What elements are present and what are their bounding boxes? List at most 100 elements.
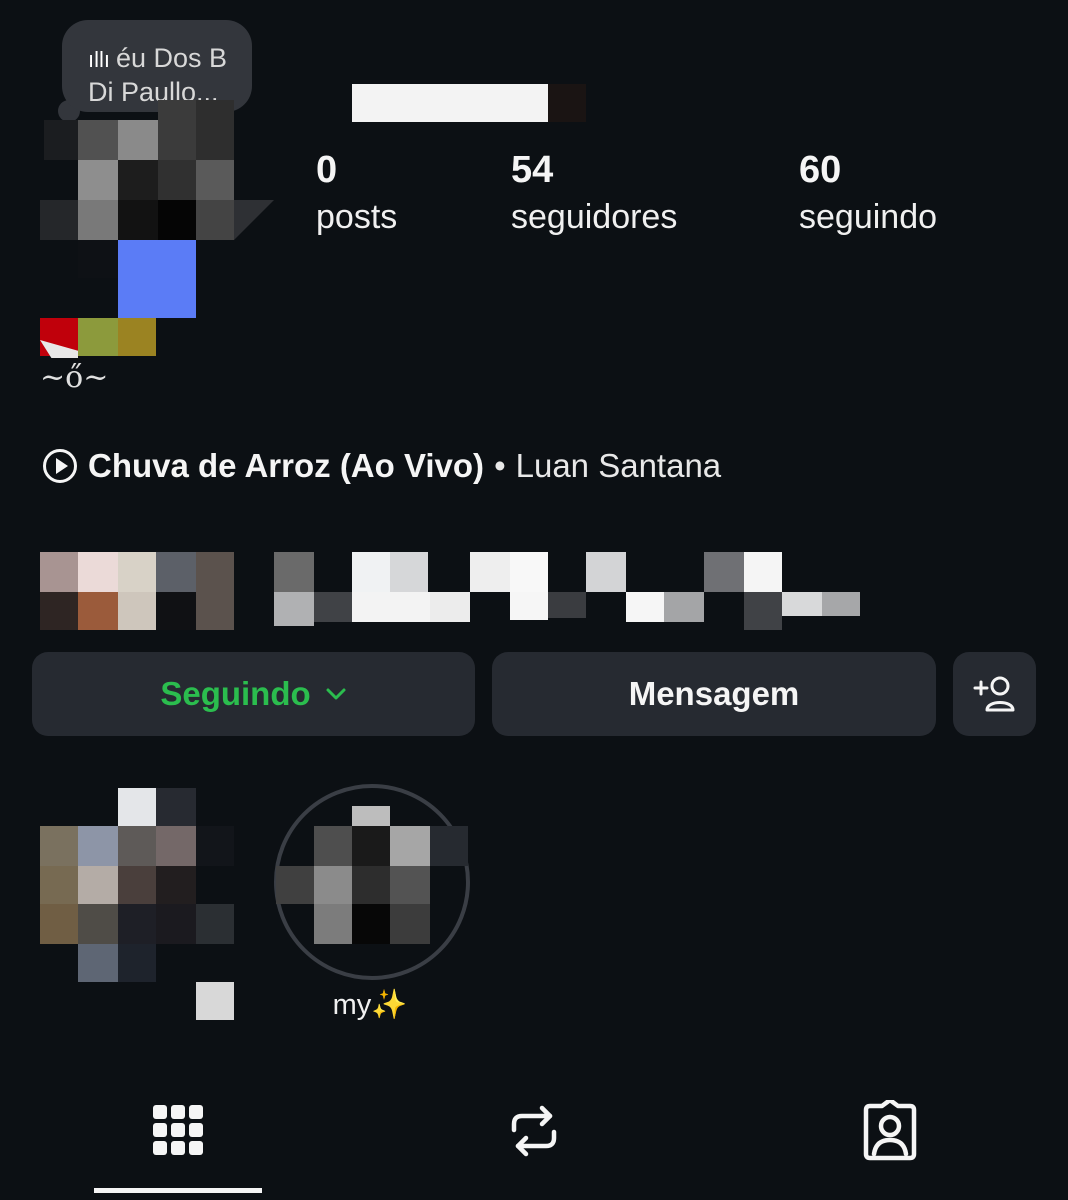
song-title: Chuva de Arroz (Ao Vivo) <box>88 447 485 484</box>
pixel <box>40 904 78 944</box>
pixel <box>118 944 156 982</box>
pixel <box>40 200 78 240</box>
pixel <box>196 100 234 160</box>
pixel <box>352 806 390 828</box>
pixel <box>196 904 234 944</box>
pixel <box>196 552 234 630</box>
pixel <box>158 100 196 160</box>
posts-label: posts <box>316 198 398 236</box>
pixel <box>314 904 352 944</box>
pixel <box>118 904 156 944</box>
profile-tag-text: ~ő~ <box>40 360 109 395</box>
pixel <box>314 826 352 866</box>
pixel <box>664 592 704 622</box>
followers-label: seguidores <box>511 198 678 236</box>
pixel <box>118 866 156 904</box>
pixel <box>118 200 158 240</box>
pixel <box>158 160 196 200</box>
followers-stat[interactable]: 54 seguidores <box>511 148 677 238</box>
pixel <box>352 826 390 866</box>
pixel <box>586 552 626 592</box>
note-line-1: éu Dos B <box>116 43 228 73</box>
pixel <box>78 318 118 356</box>
pixel <box>352 592 430 622</box>
pixel <box>196 200 234 240</box>
pixel <box>118 788 156 826</box>
pixel <box>40 552 78 592</box>
pixel <box>196 160 234 200</box>
pixel <box>156 788 196 826</box>
pixel <box>782 592 822 616</box>
pixel <box>430 826 468 866</box>
tab-grid[interactable] <box>150 1100 206 1162</box>
pixel <box>40 826 78 866</box>
pixel <box>78 904 118 944</box>
note-bubble[interactable]: ıllı éu Dos B Di Paullo... <box>62 20 252 112</box>
pixel <box>118 318 156 356</box>
posts-stat[interactable]: 0 posts <box>316 148 397 238</box>
following-stat[interactable]: 60 seguindo <box>799 148 937 238</box>
following-button-label: Seguindo <box>160 675 311 712</box>
pixel <box>390 866 430 904</box>
pixel <box>430 592 470 622</box>
song-artist: Luan Santana <box>515 447 722 484</box>
pixel <box>44 120 78 160</box>
pixel <box>156 904 196 944</box>
pixel <box>390 552 428 592</box>
message-button-label: Mensagem <box>628 675 800 712</box>
pixel <box>118 240 196 318</box>
chevron-down-icon <box>326 688 346 700</box>
pixel <box>352 866 390 904</box>
pixel <box>156 552 196 592</box>
highlight-label: my✨ <box>332 989 408 1021</box>
audio-wave-icon: ıllı <box>88 47 110 72</box>
add-person-icon <box>973 676 1014 712</box>
pixel <box>314 866 352 904</box>
tab-tagged[interactable] <box>858 1097 922 1162</box>
pixel <box>390 826 430 866</box>
following-label: seguindo <box>799 198 938 236</box>
following-count: 60 <box>799 149 842 191</box>
pixel <box>274 552 314 592</box>
pixel <box>118 552 156 592</box>
play-icon <box>43 449 77 483</box>
tagged-icon <box>863 1097 917 1161</box>
pixel <box>78 944 118 982</box>
pixel <box>314 592 352 622</box>
pixel <box>118 120 158 160</box>
following-button[interactable]: Seguindo <box>32 652 475 736</box>
pixel <box>196 826 234 866</box>
pixel <box>744 592 782 630</box>
pixel <box>78 826 118 866</box>
followers-count: 54 <box>511 149 554 191</box>
pixel <box>118 160 158 200</box>
pixel <box>156 866 196 904</box>
pixel <box>390 904 430 944</box>
pixel <box>470 552 510 592</box>
profile-music[interactable]: Chuva de Arroz (Ao Vivo) • Luan Santana <box>42 444 721 488</box>
pixel <box>78 592 118 630</box>
suggest-people-button[interactable] <box>953 652 1036 736</box>
pixel <box>40 592 78 630</box>
pixel <box>510 592 548 620</box>
message-button[interactable]: Mensagem <box>492 652 936 736</box>
pixel <box>78 240 118 278</box>
pixel <box>276 866 314 904</box>
tab-reposts[interactable] <box>504 1100 564 1162</box>
pixel <box>78 200 118 240</box>
pixel <box>156 592 196 630</box>
pixel <box>78 866 118 904</box>
username-redacted-end <box>548 84 586 122</box>
pixel <box>510 552 548 592</box>
pixel <box>78 120 118 160</box>
pixel <box>234 200 274 240</box>
pixel <box>548 592 586 618</box>
pixel <box>274 592 314 626</box>
posts-count: 0 <box>316 149 338 191</box>
grid-icon <box>153 1105 203 1155</box>
song-separator: • <box>494 447 506 484</box>
pixel <box>118 592 156 630</box>
pixel <box>626 592 664 622</box>
pixel <box>40 866 78 904</box>
pixel <box>78 160 118 200</box>
